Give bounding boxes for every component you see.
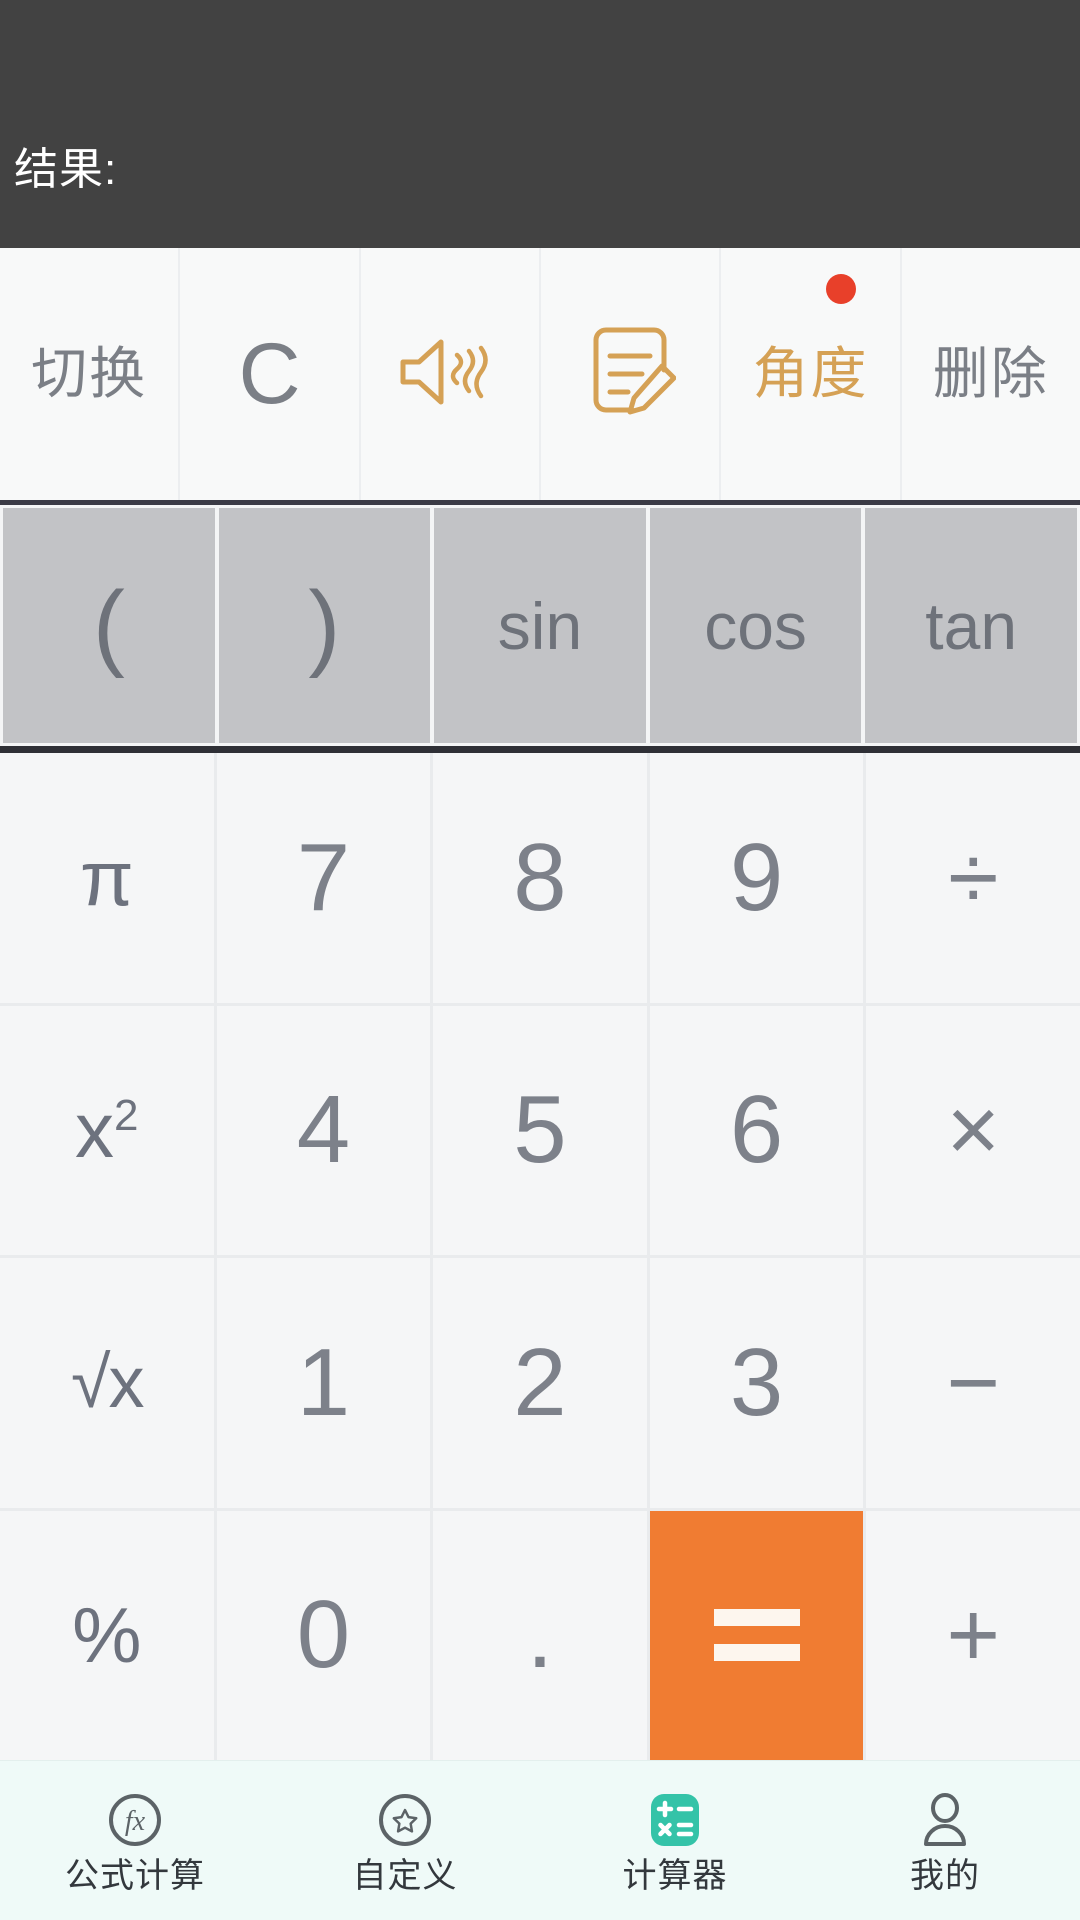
digit-4-key[interactable]: 4 bbox=[216, 1005, 431, 1255]
digit-6-key[interactable]: 6 bbox=[649, 1005, 864, 1255]
percent-key[interactable]: % bbox=[0, 1510, 214, 1760]
digit-6-label: 6 bbox=[729, 1076, 784, 1184]
minus-key[interactable]: − bbox=[866, 1258, 1080, 1508]
switch-button[interactable]: 切换 bbox=[0, 248, 181, 500]
calculator-app: 结果: 切换 C 角度 删除 () sin cos tan π 7 8 9 ÷… bbox=[0, 0, 1080, 1920]
percent-label: % bbox=[72, 1591, 142, 1680]
star-circle-icon bbox=[374, 1789, 436, 1851]
toolbar-row: 切换 C 角度 删除 bbox=[0, 248, 1080, 505]
clear-button[interactable]: C bbox=[180, 248, 361, 500]
equals-key[interactable]: = bbox=[649, 1510, 864, 1760]
minus-label: − bbox=[946, 1331, 1001, 1434]
digit-5-label: 5 bbox=[513, 1076, 567, 1184]
person-icon bbox=[914, 1789, 976, 1851]
digit-8-key[interactable]: 8 bbox=[433, 753, 647, 1003]
note-button[interactable] bbox=[540, 248, 722, 500]
tan-label: tan bbox=[925, 588, 1018, 663]
nav-label-mine: 我的 bbox=[910, 1856, 980, 1895]
digit-9-label: 9 bbox=[729, 823, 784, 931]
sin-key[interactable]: sin bbox=[434, 505, 650, 746]
nav-item-mine[interactable]: 我的 bbox=[810, 1761, 1080, 1920]
digit-8-label: 8 bbox=[513, 823, 567, 931]
pi-key[interactable]: π bbox=[0, 753, 214, 1003]
fx-circle-icon: fx bbox=[104, 1789, 166, 1851]
divide-key[interactable]: ÷ bbox=[866, 753, 1080, 1003]
cos-label: cos bbox=[704, 588, 807, 663]
tan-key[interactable]: tan bbox=[865, 505, 1080, 746]
decimal-key[interactable]: . bbox=[433, 1510, 647, 1760]
sqrt-key[interactable]: √x bbox=[0, 1258, 214, 1508]
close-paren-label: ) bbox=[308, 571, 341, 679]
delete-label: 删除 bbox=[932, 342, 1049, 405]
sqrt-label: √x bbox=[71, 1342, 145, 1423]
digit-4-label: 4 bbox=[296, 1076, 351, 1184]
equals-glyph bbox=[713, 1609, 800, 1662]
sound-button[interactable] bbox=[360, 248, 541, 500]
angle-label: 角度 bbox=[752, 342, 869, 405]
nav-label-custom: 自定义 bbox=[352, 1856, 458, 1895]
digit-1-label: 1 bbox=[296, 1328, 351, 1436]
digit-7-label: 7 bbox=[296, 823, 351, 931]
svg-text:fx: fx bbox=[125, 1806, 146, 1837]
plus-label: + bbox=[946, 1584, 1001, 1687]
digit-0-key[interactable]: 0 bbox=[216, 1510, 431, 1760]
delete-button[interactable]: 删除 bbox=[901, 248, 1080, 500]
multiply-key[interactable]: × bbox=[866, 1005, 1080, 1255]
bottom-navigation: fx 公式计算 自定义 计算器 我的 bbox=[0, 1760, 1080, 1920]
close-paren-key[interactable]: ) bbox=[218, 505, 435, 746]
digit-2-label: 2 bbox=[513, 1328, 567, 1436]
digit-9-key[interactable]: 9 bbox=[649, 753, 864, 1003]
function-row: ( ) sin cos tan bbox=[0, 505, 1080, 753]
cos-key[interactable]: cos bbox=[649, 505, 866, 746]
nav-item-custom[interactable]: 自定义 bbox=[270, 1761, 540, 1920]
digit-3-label: 3 bbox=[729, 1328, 784, 1436]
multiply-label: × bbox=[946, 1079, 1001, 1182]
digit-1-key[interactable]: 1 bbox=[216, 1258, 431, 1508]
angle-button[interactable]: 角度 bbox=[721, 248, 902, 500]
clear-label: C bbox=[238, 326, 301, 422]
divide-label: ÷ bbox=[947, 826, 999, 929]
decimal-label: . bbox=[526, 1581, 554, 1689]
nav-item-calculator[interactable]: 计算器 bbox=[540, 1761, 810, 1920]
calculator-icon bbox=[644, 1789, 706, 1851]
digit-2-key[interactable]: 2 bbox=[433, 1258, 647, 1508]
open-paren-label: ( bbox=[92, 571, 125, 679]
square-label: x2 bbox=[75, 1086, 139, 1175]
note-edit-icon bbox=[584, 326, 677, 423]
pi-label: π bbox=[79, 833, 134, 922]
nav-label-calculator: 计算器 bbox=[622, 1856, 728, 1895]
sin-label: sin bbox=[497, 588, 583, 663]
digit-0-label: 0 bbox=[296, 1581, 351, 1689]
square-key[interactable]: x2 bbox=[0, 1005, 214, 1255]
digit-7-key[interactable]: 7 bbox=[216, 753, 431, 1003]
speaker-vibrate-icon bbox=[395, 333, 505, 416]
digit-5-key[interactable]: 5 bbox=[433, 1005, 647, 1255]
display-area: 结果: bbox=[0, 0, 1080, 248]
digit-3-key[interactable]: 3 bbox=[649, 1258, 864, 1508]
result-label: 结果: bbox=[14, 145, 118, 194]
plus-key[interactable]: + bbox=[866, 1510, 1080, 1760]
angle-badge-dot bbox=[825, 274, 856, 304]
nav-label-formula: 公式计算 bbox=[65, 1856, 205, 1895]
switch-label: 切换 bbox=[31, 342, 148, 405]
open-paren-key[interactable]: ( bbox=[0, 505, 219, 746]
keypad-grid: π 7 8 9 ÷ x2 4 5 6 × √x 1 2 3 − % 0 . + bbox=[0, 753, 1080, 1760]
nav-item-formula[interactable]: fx 公式计算 bbox=[0, 1761, 270, 1920]
